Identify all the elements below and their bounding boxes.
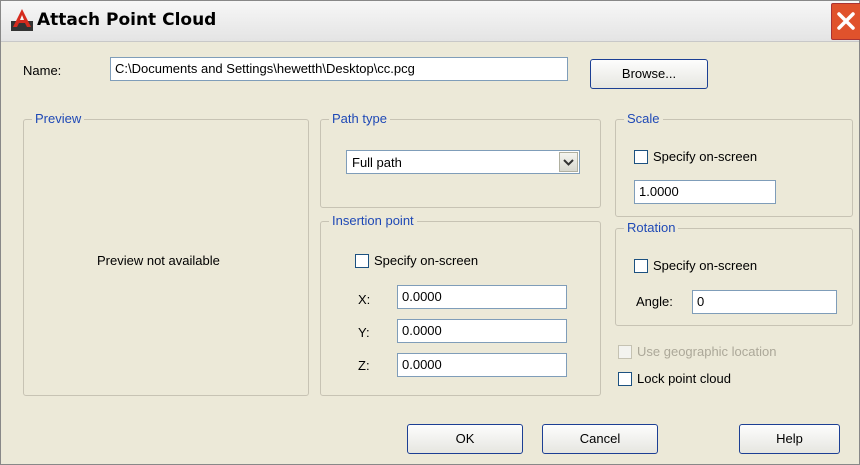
path-type-group: Path type Full path bbox=[320, 111, 601, 208]
browse-button[interactable]: Browse... bbox=[590, 59, 708, 89]
cancel-button[interactable]: Cancel bbox=[542, 424, 658, 454]
scale-group: Scale Specify on-screen 1.0000 bbox=[615, 111, 853, 217]
scale-specify-label: Specify on-screen bbox=[653, 149, 758, 164]
preview-legend: Preview bbox=[32, 111, 85, 126]
preview-message: Preview not available bbox=[97, 253, 220, 268]
title-bar[interactable]: Attach Point Cloud bbox=[1, 1, 860, 42]
name-label: Name: bbox=[23, 63, 62, 78]
dialog-title: Attach Point Cloud bbox=[37, 10, 217, 30]
rotation-specify-label: Specify on-screen bbox=[653, 258, 758, 273]
close-button[interactable] bbox=[831, 3, 860, 40]
geographic-location-label: Use geographic location bbox=[637, 344, 777, 359]
name-field[interactable]: C:\Documents and Settings\hewetth\Deskto… bbox=[110, 57, 568, 81]
scale-legend: Scale bbox=[624, 111, 663, 126]
rotation-legend: Rotation bbox=[624, 220, 679, 235]
dropdown-arrow-button[interactable] bbox=[559, 152, 578, 172]
insertion-point-group: Insertion point Specify on-screen X: 0.0… bbox=[320, 213, 601, 396]
scale-specify-checkbox[interactable] bbox=[634, 150, 648, 164]
lock-point-cloud-label: Lock point cloud bbox=[637, 371, 731, 386]
insertion-point-legend: Insertion point bbox=[329, 213, 417, 228]
geographic-location-checkbox[interactable] bbox=[618, 345, 632, 359]
scale-field[interactable]: 1.0000 bbox=[634, 180, 776, 204]
insertion-specify-label: Specify on-screen bbox=[374, 253, 479, 268]
z-label: Z: bbox=[358, 358, 370, 373]
rotation-group: Rotation Specify on-screen Angle: 0 bbox=[615, 220, 853, 326]
ok-button[interactable]: OK bbox=[407, 424, 523, 454]
path-type-legend: Path type bbox=[329, 111, 390, 126]
angle-field[interactable]: 0 bbox=[692, 290, 837, 314]
angle-label: Angle: bbox=[636, 294, 673, 309]
autocad-app-icon bbox=[11, 9, 33, 31]
lock-point-cloud-checkbox[interactable] bbox=[618, 372, 632, 386]
help-button[interactable]: Help bbox=[739, 424, 840, 454]
z-field[interactable]: 0.0000 bbox=[397, 353, 567, 377]
path-type-select[interactable]: Full path bbox=[346, 150, 580, 174]
y-field[interactable]: 0.0000 bbox=[397, 319, 567, 343]
y-label: Y: bbox=[358, 325, 370, 340]
preview-group: Preview Preview not available bbox=[23, 111, 309, 396]
rotation-specify-checkbox[interactable] bbox=[634, 259, 648, 273]
x-label: X: bbox=[358, 292, 371, 307]
path-type-selected: Full path bbox=[352, 155, 402, 170]
chevron-down-icon bbox=[563, 159, 574, 166]
insertion-specify-checkbox[interactable] bbox=[355, 254, 369, 268]
attach-point-cloud-dialog: Attach Point Cloud Name: C:\Documents an… bbox=[0, 0, 860, 465]
x-field[interactable]: 0.0000 bbox=[397, 285, 567, 309]
close-icon bbox=[837, 12, 855, 30]
